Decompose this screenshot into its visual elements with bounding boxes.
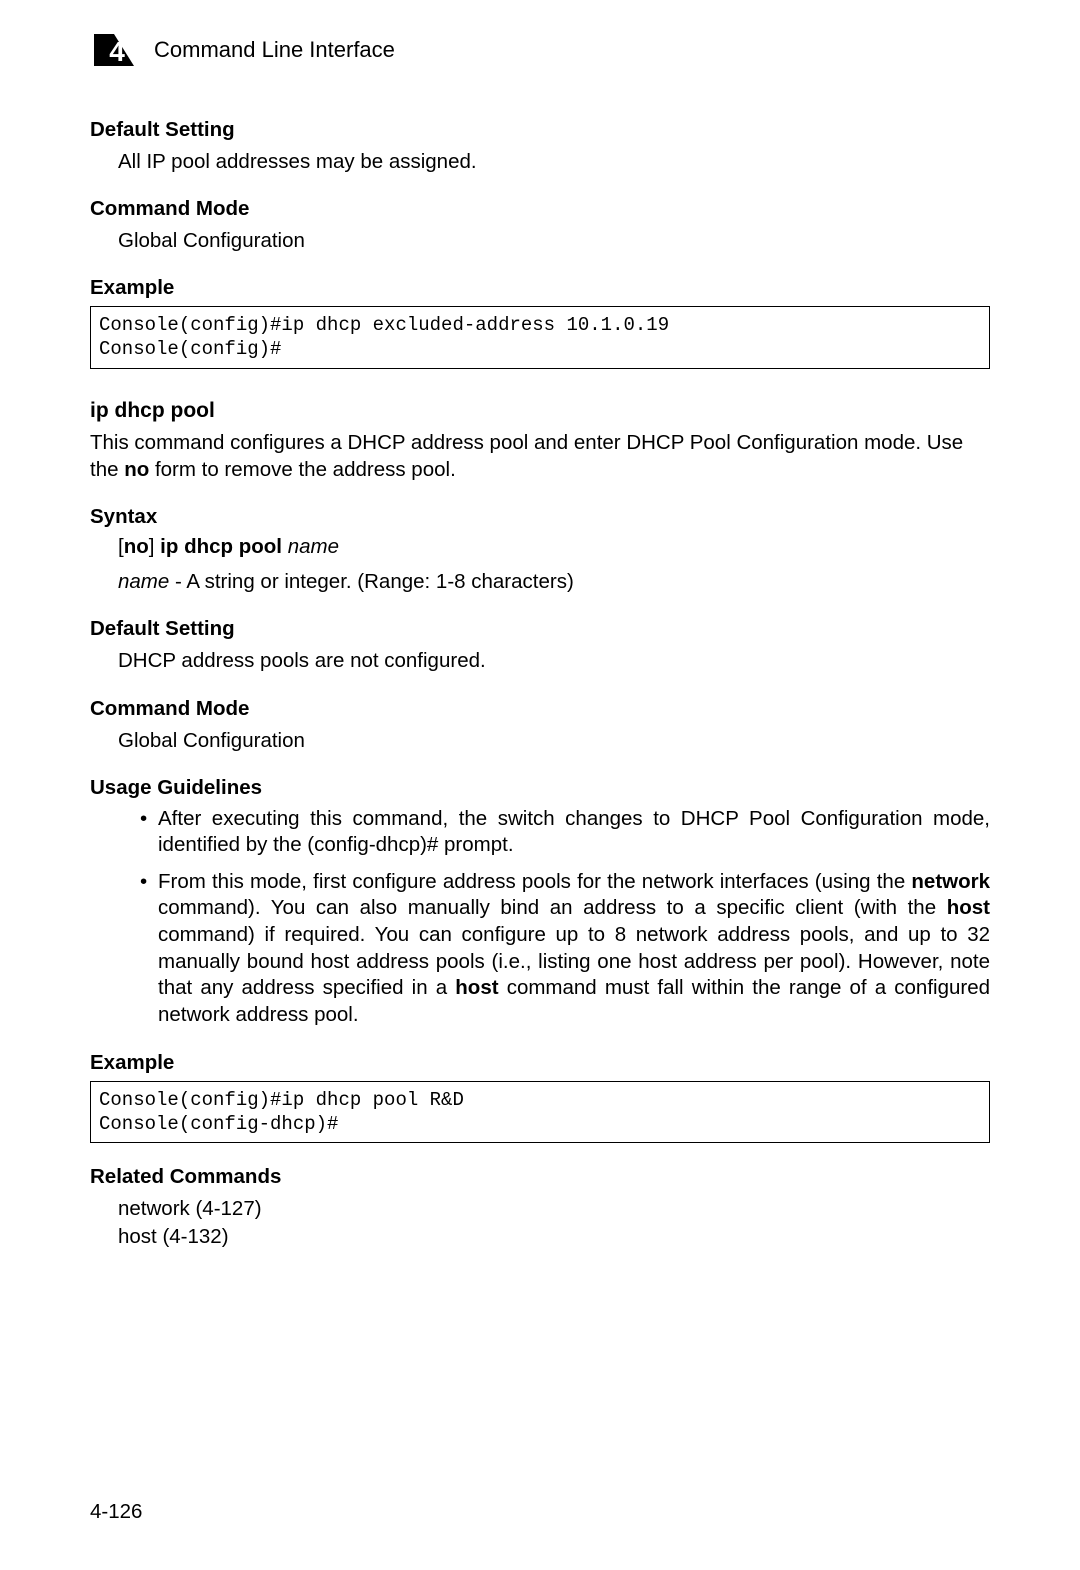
section-heading-command-mode-2: Command Mode [90, 697, 990, 721]
body-text-command-mode-2: Global Configuration [118, 727, 990, 754]
page-number: 4-126 [90, 1500, 142, 1524]
syntax-cmd: ip dhcp pool [160, 535, 282, 558]
section-heading-default-setting-2: Default Setting [90, 617, 990, 641]
code-block-example-1: Console(config)#ip dhcp excluded-address… [90, 306, 990, 369]
command-description: This command configures a DHCP address p… [90, 429, 990, 483]
body-text-default-setting-1: All IP pool addresses may be assigned. [118, 148, 990, 175]
syntax-no: no [124, 535, 149, 558]
section-heading-command-mode-1: Command Mode [90, 197, 990, 221]
command-desc-bold: no [124, 458, 149, 481]
page-header: 4 Command Line Interface [90, 30, 990, 70]
related-commands: network (4-127) host (4-132) [118, 1195, 990, 1250]
usage-guidelines-list: After executing this command, the switch… [140, 806, 990, 1029]
list-item: After executing this command, the switch… [140, 806, 990, 859]
syntax-param: name [282, 535, 339, 558]
related-item: network (4-127) [118, 1195, 990, 1223]
syntax-line: [no] ip dhcp pool name [118, 535, 990, 559]
body-text-command-mode-1: Global Configuration [118, 227, 990, 254]
chapter-number-icon: 4 [90, 30, 138, 70]
command-desc-after: form to remove the address pool. [149, 458, 456, 481]
section-heading-example-2: Example [90, 1051, 990, 1075]
section-heading-example-1: Example [90, 276, 990, 300]
body-text-default-setting-2: DHCP address pools are not configured. [118, 647, 990, 674]
header-title: Command Line Interface [154, 37, 395, 63]
related-item: host (4-132) [118, 1223, 990, 1251]
syntax-bracket-close: ] [149, 535, 160, 558]
list-item: From this mode, first configure address … [140, 869, 990, 1029]
syntax-param-desc: - A string or integer. (Range: 1-8 chara… [169, 570, 574, 593]
svg-text:4: 4 [109, 36, 125, 67]
section-heading-usage: Usage Guidelines [90, 776, 990, 800]
syntax-param-name: name [118, 570, 169, 593]
section-heading-default-setting-1: Default Setting [90, 118, 990, 142]
section-heading-syntax: Syntax [90, 505, 990, 529]
syntax-desc: name - A string or integer. (Range: 1-8 … [118, 569, 990, 596]
code-block-example-2: Console(config)#ip dhcp pool R&D Console… [90, 1081, 990, 1144]
command-title: ip dhcp pool [90, 399, 990, 423]
section-heading-related: Related Commands [90, 1165, 990, 1189]
